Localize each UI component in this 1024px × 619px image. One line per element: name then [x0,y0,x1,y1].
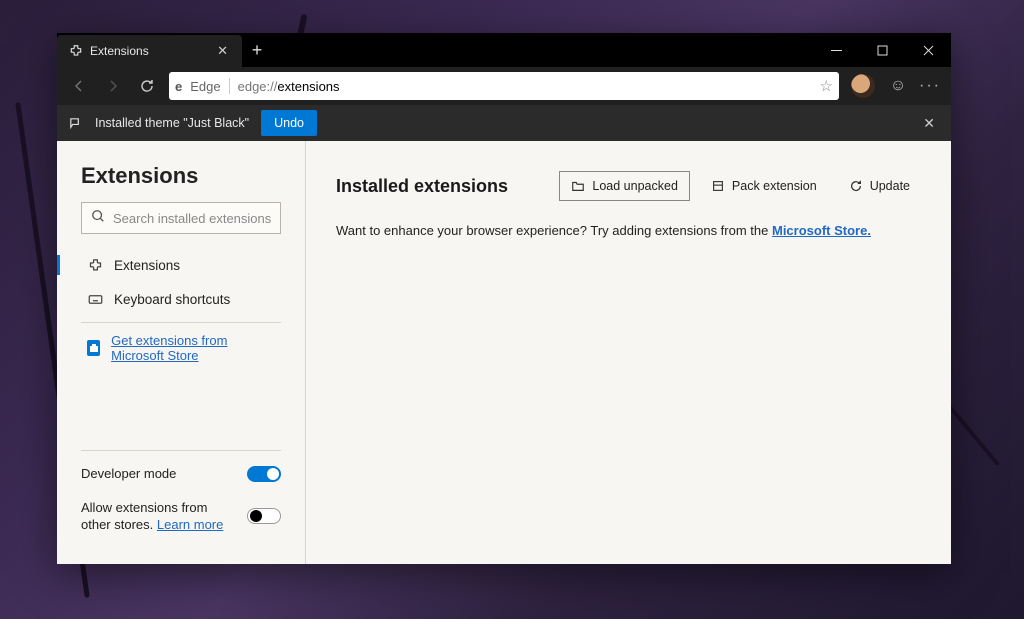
notification-text: Installed theme "Just Black" [95,116,249,130]
window-minimize-button[interactable] [813,33,859,67]
url-text: edge://extensions [238,79,812,94]
refresh-icon [849,179,863,193]
developer-mode-label: Developer mode [81,465,176,483]
address-bar[interactable]: e Edge edge://extensions ☆ [169,72,839,100]
section-title: Installed extensions [336,176,549,197]
refresh-button[interactable] [131,70,163,102]
back-button[interactable] [63,70,95,102]
developer-mode-toggle[interactable] [247,466,281,482]
browser-toolbar: e Edge edge://extensions ☆ ☺ ··· [57,67,951,105]
edge-icon: e [175,79,182,94]
keyboard-icon [87,291,103,307]
new-tab-button[interactable]: + [242,33,272,67]
search-icon [91,209,105,228]
developer-mode-row: Developer mode [81,465,281,483]
sidebar-item-keyboard-shortcuts[interactable]: Keyboard shortcuts [81,282,281,316]
update-button[interactable]: Update [838,172,921,200]
folder-icon [571,179,585,193]
undo-button[interactable]: Undo [261,110,317,136]
allow-other-stores-row: Allow extensions from other stores. Lear… [81,499,281,534]
profile-avatar[interactable] [851,74,875,98]
sidebar-item-extensions[interactable]: Extensions [81,248,281,282]
store-icon [87,340,100,356]
sidebar-footer: Developer mode Allow extensions from oth… [81,450,281,550]
engine-label: Edge [190,79,220,94]
allow-other-stores-label: Allow extensions from other stores. Lear… [81,499,231,534]
store-link-row: Get extensions from Microsoft Store [81,333,281,363]
allow-other-stores-toggle[interactable] [247,508,281,524]
pack-extension-button[interactable]: Pack extension [700,172,828,200]
microsoft-store-link[interactable]: Microsoft Store. [772,223,871,238]
notification-bar: Installed theme "Just Black" Undo ✕ [57,105,951,141]
browser-window: Extensions ✕ + e Edge edge://extension [57,33,951,564]
get-extensions-link[interactable]: Get extensions from Microsoft Store [111,333,281,363]
package-icon [711,179,725,193]
theme-icon [67,115,83,131]
favorite-button[interactable]: ☆ [820,77,833,95]
sidebar-item-label: Extensions [114,258,180,273]
title-bar: Extensions ✕ + [57,33,951,67]
notification-close-button[interactable]: ✕ [917,111,941,136]
page-content: Extensions Extensions Keyboard shortcuts [57,141,951,564]
divider [81,322,281,323]
settings-menu-button[interactable]: ··· [915,77,945,95]
extension-icon [87,257,103,273]
load-unpacked-button[interactable]: Load unpacked [559,171,690,201]
page-title: Extensions [81,163,281,189]
window-close-button[interactable] [905,33,951,67]
sidebar: Extensions Extensions Keyboard shortcuts [57,141,306,564]
feedback-button[interactable]: ☺ [883,77,913,95]
sidebar-item-label: Keyboard shortcuts [114,292,230,307]
main-header: Installed extensions Load unpacked Pack … [336,171,921,201]
forward-button[interactable] [97,70,129,102]
main-panel: Installed extensions Load unpacked Pack … [306,141,951,564]
search-input[interactable] [113,211,289,226]
empty-state-text: Want to enhance your browser experience?… [336,223,921,238]
search-box[interactable] [81,202,281,234]
browser-tab[interactable]: Extensions ✕ [57,35,242,67]
tab-close-button[interactable]: ✕ [213,41,232,61]
extension-icon [69,44,83,58]
learn-more-link[interactable]: Learn more [157,517,223,532]
tab-title: Extensions [90,44,206,58]
window-maximize-button[interactable] [859,33,905,67]
divider [229,78,230,94]
